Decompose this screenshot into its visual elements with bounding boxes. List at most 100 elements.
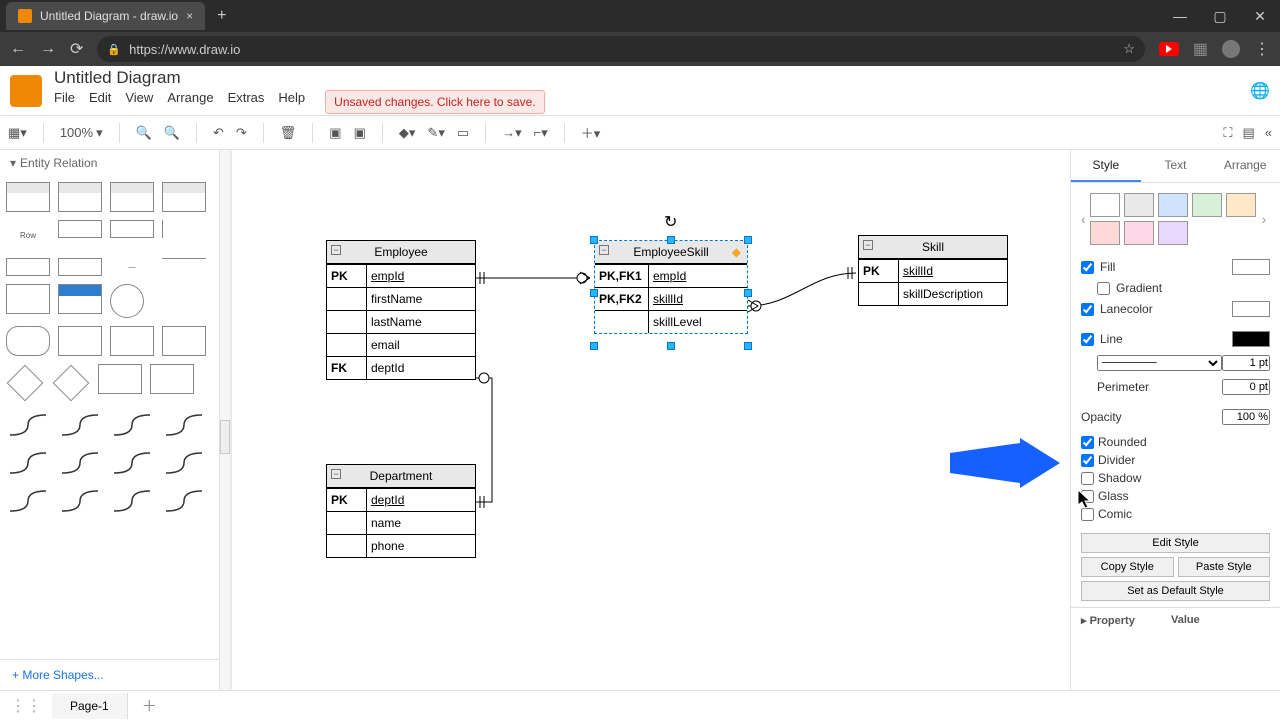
selection-handle[interactable] — [667, 342, 675, 350]
lanecolor-checkbox[interactable] — [1081, 303, 1094, 316]
close-window-icon[interactable]: ✕ — [1240, 8, 1280, 25]
line-checkbox[interactable] — [1081, 333, 1094, 346]
shape-relation-10[interactable] — [58, 486, 102, 516]
shape-diamond[interactable] — [7, 365, 44, 402]
shadow-icon[interactable]: ▭ — [457, 125, 469, 141]
document-title[interactable]: Untitled Diagram — [54, 68, 545, 88]
swatch[interactable] — [1090, 221, 1120, 245]
canvas[interactable]: −Employee PKempId firstName lastName ema… — [220, 150, 1070, 690]
shape-row-3[interactable] — [6, 258, 50, 276]
selection-handle[interactable] — [744, 289, 752, 297]
shape-row-label[interactable]: Row — [6, 220, 50, 250]
format-panel-icon[interactable]: ▤ — [1242, 125, 1254, 141]
to-back-icon[interactable]: ▣ — [354, 125, 366, 141]
selection-handle[interactable] — [590, 236, 598, 244]
shape-relation-3[interactable] — [110, 410, 154, 440]
fill-color-icon[interactable]: ◆▾ — [399, 125, 416, 141]
swatch[interactable] — [1158, 221, 1188, 245]
shape-diamond-2[interactable] — [53, 365, 90, 402]
shape-box-2[interactable] — [110, 326, 154, 356]
fullscreen-icon[interactable]: ⛶ — [1223, 125, 1232, 141]
collapse-icon[interactable]: − — [599, 245, 609, 255]
fill-checkbox[interactable] — [1081, 261, 1094, 274]
shape-cloud[interactable] — [6, 326, 50, 356]
shape-relation-9[interactable] — [6, 486, 50, 516]
maximize-icon[interactable]: ▢ — [1200, 8, 1240, 25]
edit-style-button[interactable]: Edit Style — [1081, 533, 1270, 553]
swatch-next[interactable]: › — [1262, 211, 1267, 227]
swatch[interactable] — [1124, 221, 1154, 245]
redo-icon[interactable]: ↷ — [236, 125, 247, 141]
tab-text[interactable]: Text — [1141, 150, 1211, 182]
ext-icon[interactable]: ▦ — [1193, 39, 1208, 59]
glass-checkbox[interactable] — [1081, 490, 1094, 503]
shape-relation-5[interactable] — [6, 448, 50, 478]
collapse-icon[interactable]: − — [331, 469, 341, 479]
line-width-input[interactable] — [1222, 355, 1270, 371]
selection-handle[interactable] — [590, 289, 598, 297]
shape-box-4[interactable] — [98, 364, 142, 394]
paste-style-button[interactable]: Paste Style — [1178, 557, 1271, 577]
shape-relation-6[interactable] — [58, 448, 102, 478]
collapse-icon[interactable]: « — [1265, 125, 1272, 141]
back-button[interactable]: ← — [10, 40, 26, 58]
swatch[interactable] — [1158, 193, 1188, 217]
opacity-input[interactable] — [1222, 409, 1270, 425]
page-tab[interactable]: Page-1 — [52, 693, 128, 719]
shape-category[interactable]: ▾ Entity Relation — [0, 150, 219, 176]
shape-relation-7[interactable] — [110, 448, 154, 478]
selection-handle[interactable] — [744, 342, 752, 350]
shape-table-4[interactable] — [162, 182, 206, 212]
shape-relation-11[interactable] — [110, 486, 154, 516]
browser-menu-icon[interactable]: ⋮ — [1254, 39, 1270, 59]
copy-style-button[interactable]: Copy Style — [1081, 557, 1174, 577]
fill-color[interactable] — [1232, 259, 1270, 275]
collapse-icon[interactable]: − — [863, 240, 873, 250]
add-icon[interactable]: ＋▾ — [581, 123, 601, 142]
page-drag-handle[interactable]: ⋮⋮ — [0, 696, 52, 716]
selection-handle[interactable] — [744, 236, 752, 244]
tab-arrange[interactable]: Arrange — [1210, 150, 1280, 182]
shape-attribute[interactable] — [110, 284, 144, 318]
shape-note[interactable] — [150, 364, 194, 394]
shape-row[interactable] — [58, 220, 102, 238]
add-page-button[interactable]: ＋ — [128, 695, 171, 716]
perimeter-input[interactable] — [1222, 379, 1270, 395]
shape-relation-4[interactable] — [162, 410, 206, 440]
unsaved-warning[interactable]: Unsaved changes. Click here to save. — [325, 90, 544, 114]
zoom-out-icon[interactable]: 🔍 — [164, 125, 180, 141]
line-color[interactable] — [1232, 331, 1270, 347]
menu-view[interactable]: View — [125, 90, 153, 114]
selection-handle[interactable] — [590, 342, 598, 350]
zoom-level[interactable]: 100% ▾ — [60, 125, 103, 141]
shape-hr[interactable]: — — [110, 258, 154, 276]
swatch[interactable] — [1226, 193, 1256, 217]
collapse-icon[interactable]: − — [331, 245, 341, 255]
shape-table-alt[interactable] — [58, 182, 102, 212]
shape-entity-blue[interactable] — [58, 284, 102, 314]
table-department[interactable]: −Department PKdeptId name phone — [326, 464, 476, 558]
rounded-checkbox[interactable] — [1081, 436, 1094, 449]
table-employeeskill-selected[interactable]: −EmployeeSkill◆ PK,FK1empId PK,FK2skillI… — [594, 240, 748, 334]
swatch-prev[interactable]: ‹ — [1081, 211, 1086, 227]
gradient-checkbox[interactable] — [1097, 282, 1110, 295]
swatch[interactable] — [1090, 193, 1120, 217]
menu-arrange[interactable]: Arrange — [167, 90, 213, 114]
shadow-checkbox[interactable] — [1081, 472, 1094, 485]
divider-checkbox[interactable] — [1081, 454, 1094, 467]
table-skill[interactable]: −Skill PKskillId skillDescription — [858, 235, 1008, 306]
language-icon[interactable]: 🌐 — [1250, 81, 1270, 101]
shape-relation-12[interactable] — [162, 486, 206, 516]
address-bar[interactable]: 🔒 https://www.draw.io ☆ — [97, 36, 1144, 62]
line-color-icon[interactable]: ✎▾ — [427, 125, 444, 141]
menu-help[interactable]: Help — [278, 90, 305, 114]
shape-box[interactable] — [58, 326, 102, 356]
waypoint-icon[interactable]: ⌐▾ — [534, 125, 548, 141]
shape-table[interactable] — [6, 182, 50, 212]
star-icon[interactable]: ☆ — [1123, 41, 1135, 57]
shape-divider[interactable] — [162, 220, 206, 238]
shape-row-4[interactable] — [58, 258, 102, 276]
swatch[interactable] — [1124, 193, 1154, 217]
youtube-ext-icon[interactable] — [1159, 42, 1179, 56]
link-icon[interactable]: ◆ — [732, 245, 741, 259]
